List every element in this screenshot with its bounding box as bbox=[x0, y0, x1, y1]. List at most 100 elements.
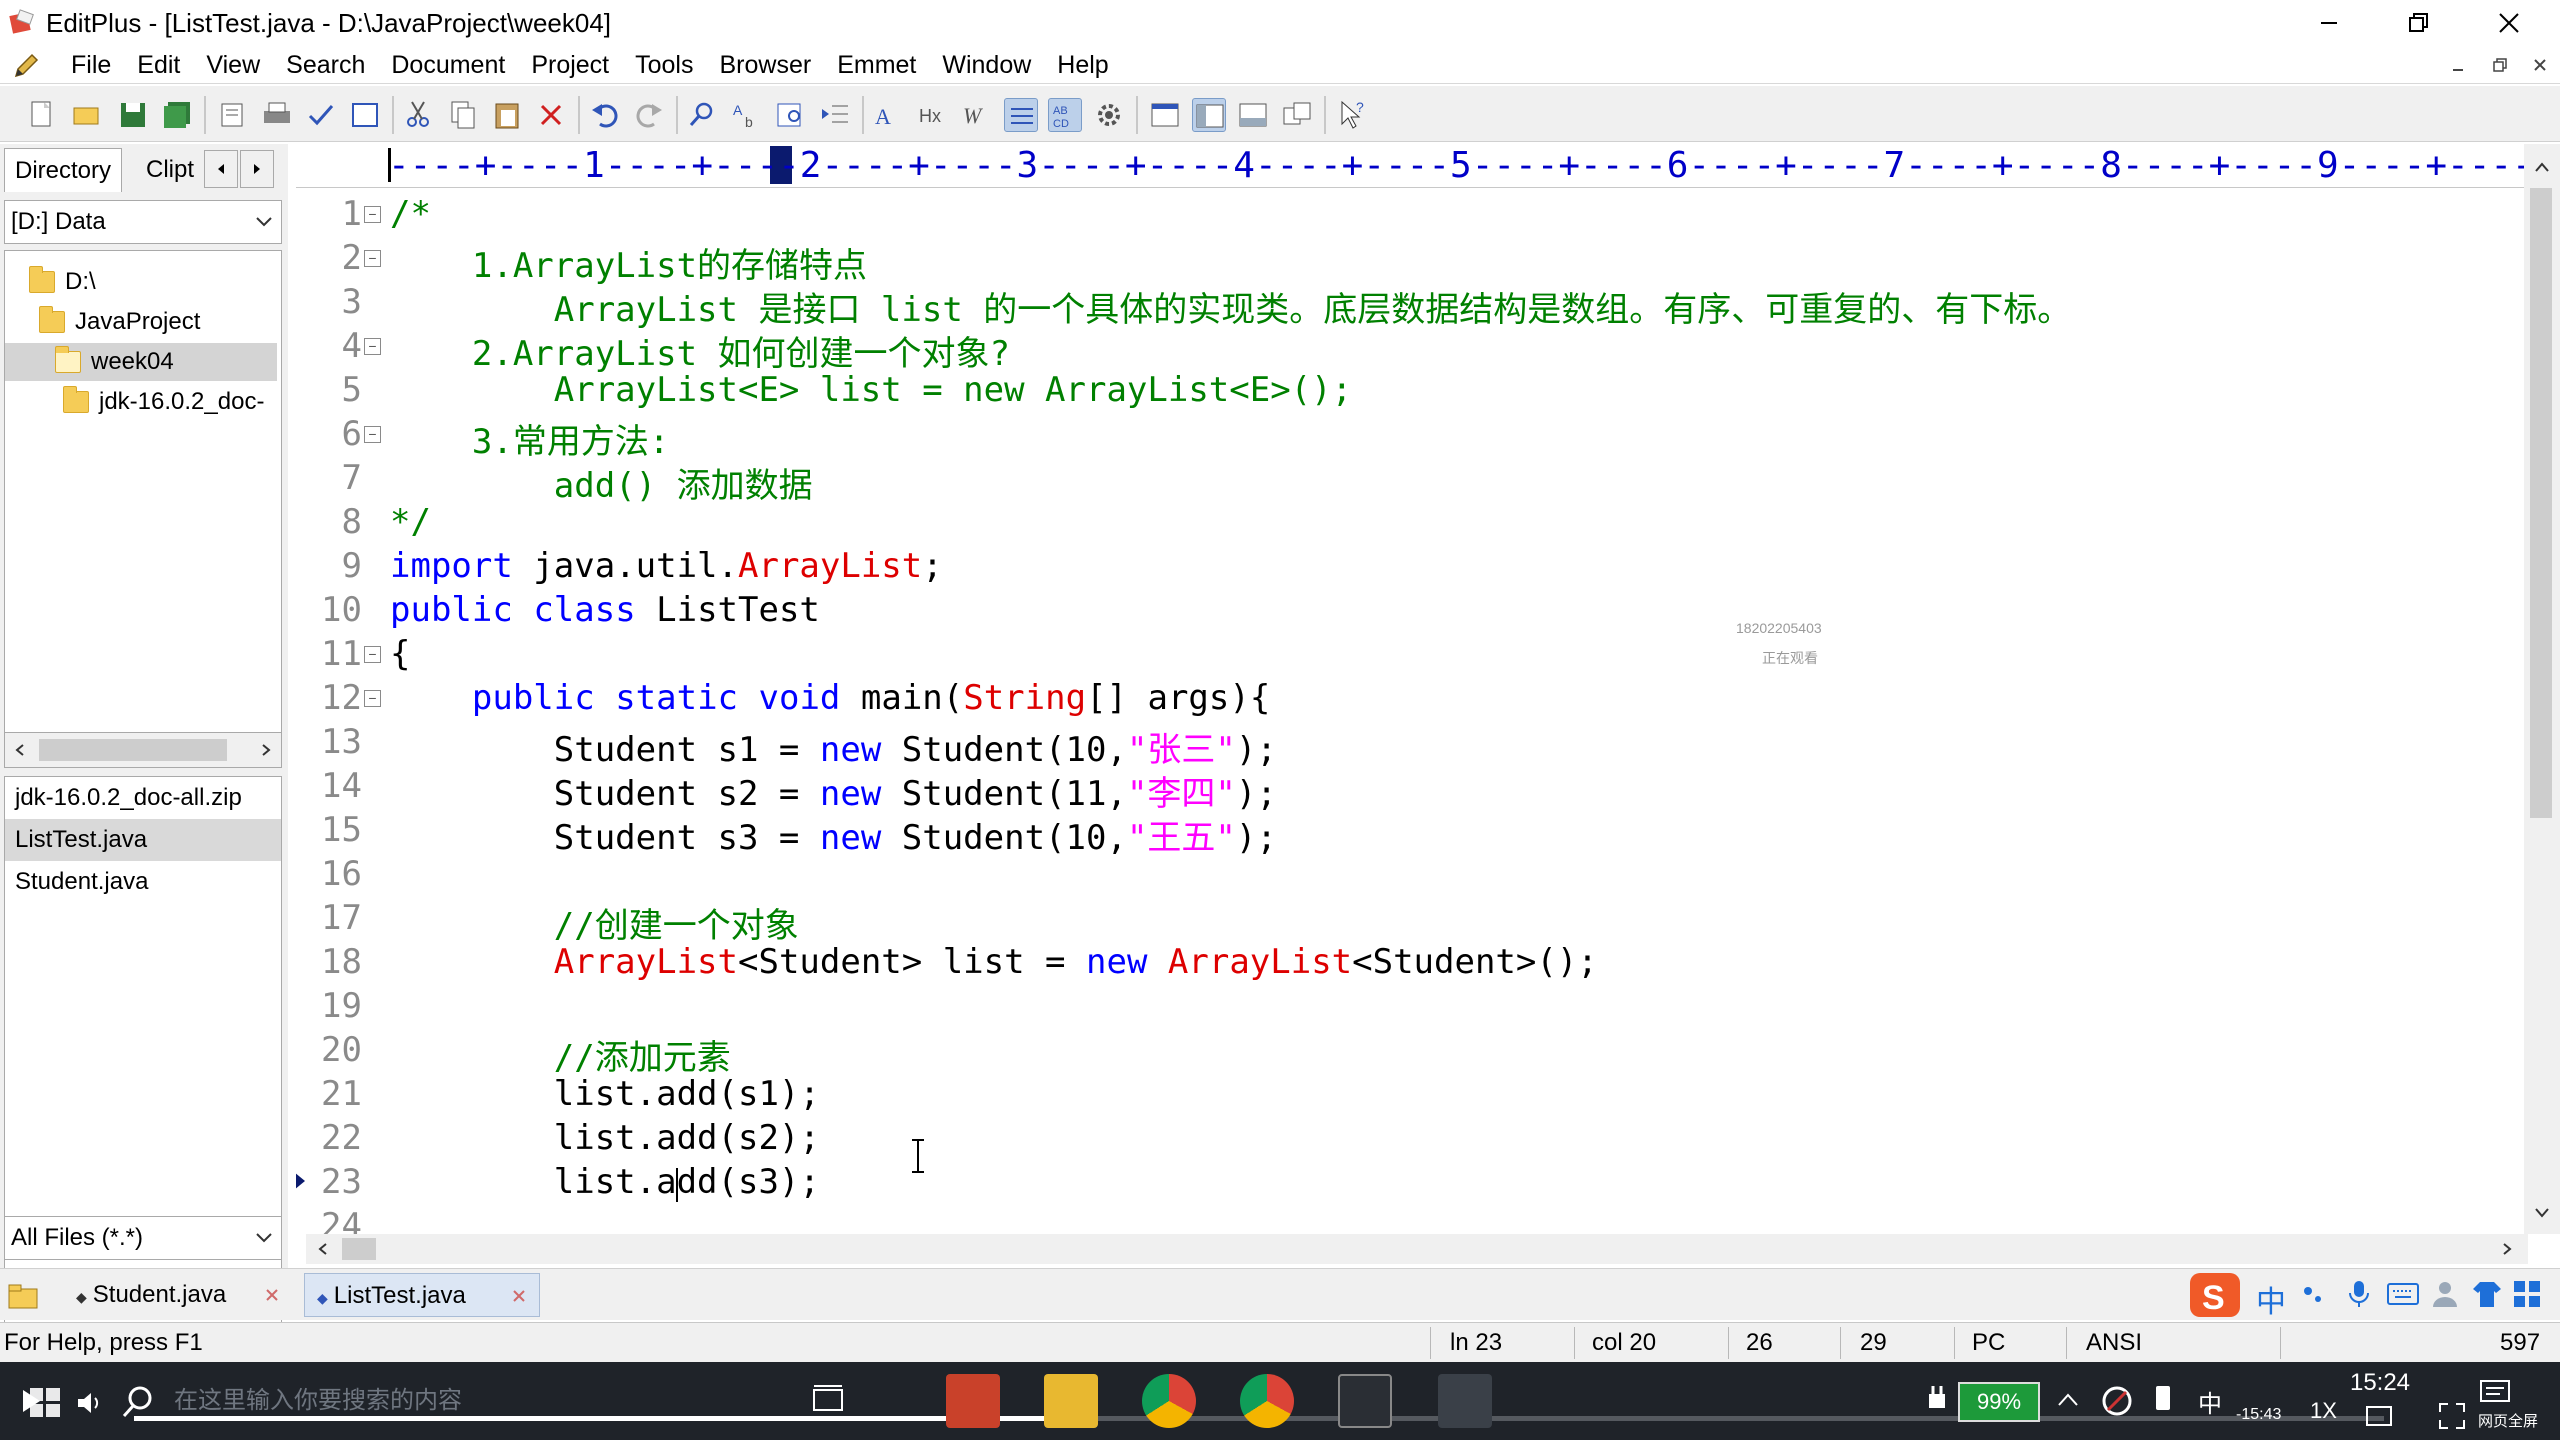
scroll-thumb[interactable] bbox=[2530, 188, 2552, 818]
close-tab-icon[interactable] bbox=[511, 1288, 527, 1304]
print-button[interactable] bbox=[260, 98, 294, 132]
open-button[interactable] bbox=[70, 98, 104, 132]
toggle-directory-button[interactable] bbox=[1148, 98, 1182, 132]
goto-line-button[interactable] bbox=[818, 98, 852, 132]
menu-view[interactable]: View bbox=[193, 46, 273, 84]
delete-button[interactable] bbox=[534, 98, 568, 132]
restore-button[interactable] bbox=[2378, 0, 2460, 46]
skin-shirt-icon[interactable] bbox=[2472, 1279, 2502, 1309]
web-fullscreen-label[interactable]: 网页全屏 bbox=[2478, 1410, 2538, 1431]
file-explorer-icon[interactable] bbox=[1044, 1374, 1098, 1428]
scroll-thumb[interactable] bbox=[39, 739, 227, 761]
file-filter-select[interactable]: All Files (*.*) bbox=[4, 1216, 282, 1260]
menu-browser[interactable]: Browser bbox=[707, 46, 825, 84]
chrome-app-icon[interactable] bbox=[1142, 1374, 1196, 1428]
tab-scroll-right[interactable] bbox=[240, 150, 274, 188]
close-button[interactable] bbox=[2468, 0, 2550, 46]
fold-toggle-icon[interactable]: − bbox=[364, 690, 381, 707]
spell-check-button[interactable] bbox=[304, 98, 338, 132]
word-wrap-button[interactable]: W bbox=[960, 98, 994, 132]
screen-mode-icon[interactable] bbox=[2364, 1404, 2394, 1430]
menu-help[interactable]: Help bbox=[1044, 46, 1121, 84]
windows-start-icon[interactable] bbox=[26, 1384, 64, 1420]
terminal-app-icon[interactable] bbox=[1338, 1374, 1392, 1428]
tab-cliptext[interactable]: Clipt bbox=[136, 148, 204, 192]
video-progress-played[interactable] bbox=[134, 1416, 1054, 1421]
toggle-cliptext-button[interactable] bbox=[1192, 98, 1226, 132]
tray-device-icon[interactable] bbox=[2150, 1384, 2176, 1418]
tab-directory[interactable]: Directory bbox=[4, 148, 123, 192]
mdi-minimize-button[interactable] bbox=[2442, 52, 2474, 78]
tab-scroll-left[interactable] bbox=[204, 150, 238, 188]
close-tab-icon[interactable] bbox=[264, 1287, 280, 1303]
chrome-app-icon[interactable] bbox=[1240, 1374, 1294, 1428]
taskbar-clock[interactable]: 15:24 bbox=[2330, 1366, 2430, 1400]
drive-selector[interactable]: [D:] Data bbox=[4, 200, 282, 244]
battery-indicator[interactable]: 99% bbox=[1958, 1382, 2040, 1422]
notification-center-icon[interactable] bbox=[2478, 1378, 2512, 1404]
copy-button[interactable] bbox=[446, 98, 480, 132]
toggle-output-button[interactable] bbox=[1236, 98, 1270, 132]
ruler-toggle[interactable]: AB CD bbox=[1048, 98, 1082, 132]
line-number-toggle[interactable] bbox=[1004, 98, 1038, 132]
cut-button[interactable] bbox=[402, 98, 436, 132]
sogou-ime-icon[interactable]: S bbox=[2188, 1271, 2244, 1319]
input-method-indicator[interactable]: 中 bbox=[2198, 1384, 2222, 1419]
find-button[interactable] bbox=[686, 98, 720, 132]
editor-vertical-scrollbar[interactable] bbox=[2524, 144, 2560, 1234]
fold-toggle-icon[interactable]: − bbox=[364, 338, 381, 355]
font-button[interactable]: A bbox=[872, 98, 906, 132]
user-icon[interactable] bbox=[2430, 1279, 2460, 1309]
context-help-button[interactable]: ? bbox=[1336, 98, 1370, 132]
menu-document[interactable]: Document bbox=[378, 46, 518, 84]
tab-student-java[interactable]: ◆ Student.java bbox=[64, 1273, 278, 1317]
menu-edit[interactable]: Edit bbox=[124, 46, 193, 84]
tree-item-week04[interactable]: week04 bbox=[5, 343, 277, 381]
punctuation-icon[interactable] bbox=[2300, 1281, 2326, 1307]
file-item[interactable]: Student.java bbox=[5, 861, 281, 903]
fold-toggle-icon[interactable]: − bbox=[364, 646, 381, 663]
tree-item-drive[interactable]: D:\ bbox=[29, 263, 96, 301]
microphone-icon[interactable] bbox=[2346, 1279, 2372, 1309]
file-item[interactable]: jdk-16.0.2_doc-all.zip bbox=[5, 777, 281, 819]
save-button[interactable] bbox=[116, 98, 150, 132]
find-in-files-button[interactable] bbox=[774, 98, 808, 132]
menu-emmet[interactable]: Emmet bbox=[824, 46, 929, 84]
keyboard-icon[interactable] bbox=[2386, 1281, 2420, 1307]
tile-windows-button[interactable] bbox=[1280, 98, 1314, 132]
fold-toggle-icon[interactable]: − bbox=[364, 426, 381, 443]
hex-viewer-button[interactable]: Hx bbox=[916, 98, 950, 132]
code-editor[interactable]: 1−/* 2− 1.ArrayList的存储特点 3 ArrayList 是接口 l… bbox=[296, 188, 2528, 1234]
volume-icon[interactable] bbox=[76, 1390, 104, 1416]
ime-chinese-mode-indicator[interactable]: 中 bbox=[2256, 1277, 2286, 1321]
menu-tools[interactable]: Tools bbox=[622, 46, 706, 84]
scroll-thumb[interactable] bbox=[342, 1238, 376, 1260]
chevron-up-icon[interactable] bbox=[2056, 1390, 2080, 1410]
menu-project[interactable]: Project bbox=[518, 46, 622, 84]
browser-view-button[interactable] bbox=[348, 98, 382, 132]
menu-window[interactable]: Window bbox=[929, 46, 1044, 84]
fold-toggle-icon[interactable]: − bbox=[364, 206, 381, 223]
minimize-button[interactable] bbox=[2288, 0, 2370, 46]
menu-file[interactable]: File bbox=[58, 46, 124, 84]
file-item-selected[interactable]: ListTest.java bbox=[5, 819, 281, 861]
fullscreen-expand-icon[interactable] bbox=[2438, 1402, 2466, 1430]
print-preview-button[interactable] bbox=[216, 98, 250, 132]
grid-menu-icon[interactable] bbox=[2512, 1279, 2542, 1309]
app-tray-icon[interactable] bbox=[2100, 1384, 2134, 1418]
mdi-restore-button[interactable] bbox=[2484, 52, 2516, 78]
fold-toggle-icon[interactable]: − bbox=[364, 250, 381, 267]
menu-search[interactable]: Search bbox=[273, 46, 378, 84]
tree-item-jdk-doc[interactable]: jdk-16.0.2_doc- bbox=[63, 383, 264, 421]
playback-speed[interactable]: 1X bbox=[2310, 1398, 2337, 1424]
editor-horizontal-scrollbar[interactable] bbox=[306, 1234, 2528, 1264]
editplus-taskbar-icon[interactable] bbox=[1438, 1374, 1492, 1428]
preferences-button[interactable] bbox=[1092, 98, 1126, 132]
undo-button[interactable] bbox=[588, 98, 622, 132]
new-file-button[interactable] bbox=[24, 98, 58, 132]
mdi-close-button[interactable] bbox=[2524, 52, 2556, 78]
paste-button[interactable] bbox=[490, 98, 524, 132]
powerpoint-app-icon[interactable] bbox=[946, 1374, 1000, 1428]
task-view-icon[interactable] bbox=[810, 1382, 846, 1418]
save-all-button[interactable] bbox=[160, 98, 194, 132]
